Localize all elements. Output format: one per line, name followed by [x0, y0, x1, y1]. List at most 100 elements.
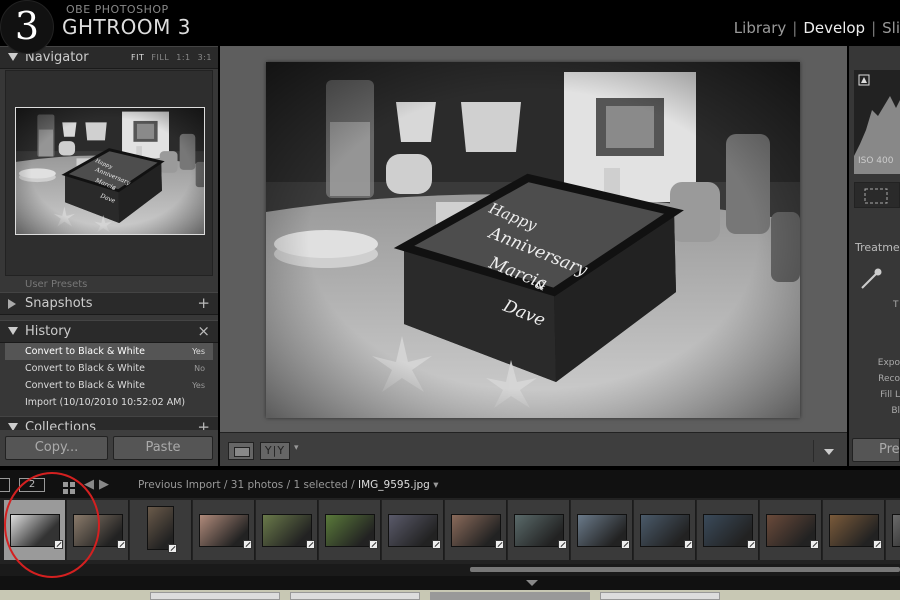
edited-badge-icon: [621, 540, 630, 549]
module-separator: |: [871, 19, 877, 37]
filmstrip: [0, 498, 900, 564]
taskbar-item[interactable]: [600, 592, 720, 600]
add-snapshot-icon[interactable]: +: [197, 294, 210, 312]
thumbnail-image: [199, 514, 249, 547]
history-item-value: No: [194, 364, 205, 373]
history-item[interactable]: Convert to Black & White No: [5, 360, 213, 377]
filmstrip-thumbnail[interactable]: [634, 500, 696, 560]
filmstrip-thumbnail[interactable]: [571, 500, 633, 560]
crop-tool-icon[interactable]: [854, 182, 900, 208]
exposure-label: Expo: [877, 358, 900, 368]
filmstrip-thumbnail[interactable]: [256, 500, 318, 560]
collapse-triangle-icon: [8, 53, 18, 61]
filmstrip-thumbnail[interactable]: [760, 500, 822, 560]
history-item-label: Convert to Black & White: [25, 380, 145, 391]
module-slideshow[interactable]: Sli: [882, 19, 900, 37]
thumbnail-image: [325, 514, 375, 547]
filmstrip-thumbnail[interactable]: [193, 500, 255, 560]
thumbnail-image: [514, 514, 564, 547]
module-develop[interactable]: Develop: [803, 19, 865, 37]
crop-icon: [864, 188, 888, 204]
copy-paste-bar: Copy... Paste: [0, 430, 218, 466]
history-title: History: [25, 324, 72, 339]
filmstrip-thumbnail[interactable]: [508, 500, 570, 560]
filmstrip-thumbnail[interactable]: [130, 500, 192, 560]
zoom-fill[interactable]: FILL: [151, 53, 169, 62]
filmstrip-source-path[interactable]: Previous Import / 31 photos / 1 selected…: [138, 479, 438, 491]
edited-badge-icon: [369, 540, 378, 549]
history-item[interactable]: Convert to Black & White Yes: [5, 343, 213, 360]
tutorial-highlight-circle: [4, 472, 100, 578]
basic-sliders-labels: Expo Reco Fill L Bl: [875, 358, 900, 422]
current-filename: IMG_9595.jpg: [358, 479, 430, 491]
history-item-value: Yes: [192, 347, 205, 356]
treatment-label: Treatme: [855, 241, 900, 254]
toolbar-menu-dropdown-icon[interactable]: [813, 440, 843, 462]
navigator-preview-area: [5, 70, 213, 276]
thumbnail-image: [766, 514, 816, 547]
thumbnail-image: [262, 514, 312, 547]
copy-button[interactable]: Copy...: [5, 436, 108, 460]
thumbnail-image: [577, 514, 627, 547]
history-item[interactable]: Import (10/10/2010 10:52:02 AM): [5, 394, 213, 411]
zoom-fit[interactable]: FIT: [131, 53, 144, 62]
edited-badge-icon: [243, 540, 252, 549]
history-item-value: Yes: [192, 381, 205, 390]
main-photo[interactable]: Happy Anniversary Marcia & Dave: [266, 62, 800, 418]
edited-badge-icon: [432, 540, 441, 549]
module-library[interactable]: Library: [734, 19, 786, 37]
eyedropper-icon: [861, 268, 882, 289]
filmstrip-scroll-thumb[interactable]: [470, 567, 900, 572]
white-balance-eyedropper-icon[interactable]: [858, 266, 884, 292]
temp-label: T: [893, 300, 899, 310]
loupe-view-icon[interactable]: [228, 442, 254, 460]
edited-badge-icon: [684, 540, 693, 549]
navigator-thumbnail[interactable]: [15, 107, 205, 235]
filmstrip-thumbnail[interactable]: [319, 500, 381, 560]
history-item-label: Convert to Black & White: [25, 363, 145, 374]
snapshots-title: Snapshots: [25, 296, 93, 311]
collapse-filmstrip-icon[interactable]: [526, 580, 538, 586]
taskbar-item[interactable]: [150, 592, 280, 600]
edited-badge-icon: [747, 540, 756, 549]
filename-dropdown-icon[interactable]: ▾: [433, 479, 438, 491]
edited-badge-icon: [117, 540, 126, 549]
fill-light-label: Fill L: [880, 390, 900, 400]
taskbar-item[interactable]: [290, 592, 420, 600]
blacks-label: Bl: [891, 406, 900, 416]
primary-display-icon[interactable]: [0, 478, 10, 492]
filmstrip-thumbnail[interactable]: [886, 500, 900, 560]
snapshots-header[interactable]: Snapshots +: [0, 292, 218, 315]
zoom-3-1[interactable]: 3:1: [198, 53, 212, 62]
previous-button[interactable]: Pre: [852, 438, 900, 462]
edited-badge-icon: [306, 540, 315, 549]
expand-triangle-icon: [8, 299, 16, 309]
module-picker: Library | Develop | Sli: [734, 19, 900, 37]
step-number-badge: 3: [0, 0, 54, 54]
bottom-panel-toggle[interactable]: [0, 576, 900, 590]
filmstrip-thumbnail[interactable]: [382, 500, 444, 560]
history-item-label: Convert to Black & White: [25, 346, 145, 357]
before-after-dropdown-icon[interactable]: ▾: [294, 443, 299, 453]
history-header[interactable]: History ×: [0, 320, 218, 343]
paste-button[interactable]: Paste: [113, 436, 213, 460]
thumbnail-image: [829, 514, 879, 547]
edited-badge-icon: [495, 540, 504, 549]
before-after-button[interactable]: Y|Y: [260, 442, 290, 460]
cake-photo-thumbnail-image: [16, 108, 204, 234]
history-item[interactable]: Convert to Black & White Yes: [5, 377, 213, 394]
filmstrip-scrollbar[interactable]: [0, 564, 900, 576]
zoom-1-1[interactable]: 1:1: [176, 53, 190, 62]
filmstrip-thumbnail[interactable]: [697, 500, 759, 560]
taskbar-item[interactable]: [430, 592, 590, 600]
navigator-zoom-options: FIT FILL 1:1 3:1: [124, 53, 212, 62]
history-list: Convert to Black & White Yes Convert to …: [5, 343, 213, 411]
filmstrip-bar: 2 ◀▶ Previous Import / 31 photos / 1 sel…: [0, 470, 900, 498]
clear-history-icon[interactable]: ×: [197, 322, 210, 340]
next-photo-arrow-icon[interactable]: ▶: [99, 477, 114, 492]
user-presets-label: User Presets: [25, 279, 88, 290]
filmstrip-thumbnail[interactable]: [823, 500, 885, 560]
module-separator: |: [792, 19, 798, 37]
edited-badge-icon: [810, 540, 819, 549]
filmstrip-thumbnail[interactable]: [445, 500, 507, 560]
